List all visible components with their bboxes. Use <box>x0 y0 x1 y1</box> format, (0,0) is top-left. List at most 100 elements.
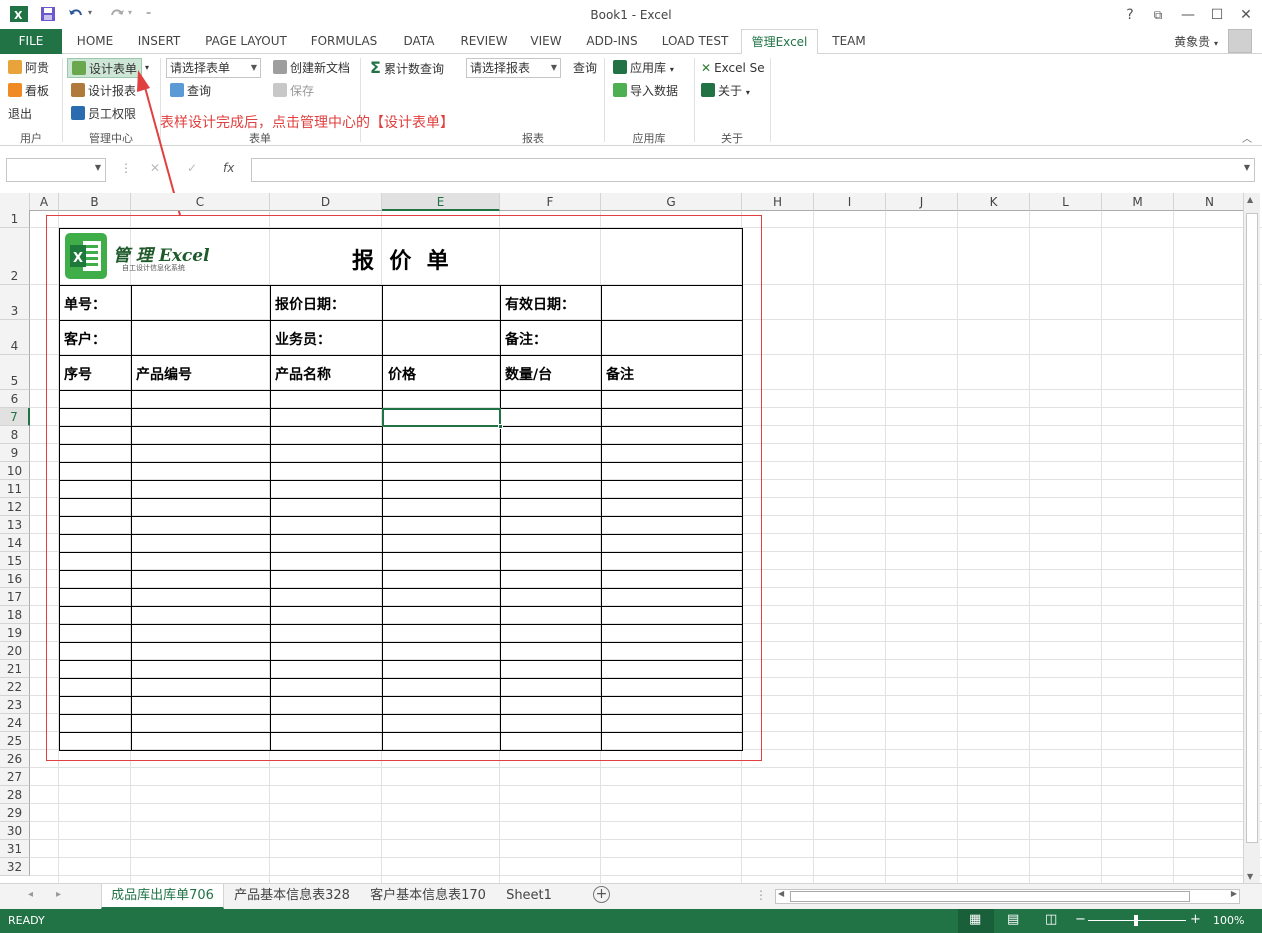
row-header[interactable]: 32 <box>0 858 30 876</box>
row-header[interactable]: 17 <box>0 588 30 606</box>
zoom-slider-thumb[interactable] <box>1134 915 1138 926</box>
row-header[interactable]: 1 <box>0 210 30 228</box>
select-report-dropdown[interactable]: 请选择报表 ▼ <box>466 58 561 78</box>
column-header[interactable]: D <box>270 193 382 211</box>
column-header[interactable]: E <box>382 193 500 211</box>
design-form-dropdown-icon[interactable]: ▾ <box>145 58 149 78</box>
close-button[interactable]: ✕ <box>1234 4 1258 26</box>
tab-home[interactable]: HOME <box>66 29 124 54</box>
column-header[interactable]: F <box>500 193 601 211</box>
row-header[interactable]: 8 <box>0 426 30 444</box>
row-header[interactable]: 23 <box>0 696 30 714</box>
zoom-level[interactable]: 100% <box>1213 914 1244 927</box>
row-header[interactable]: 31 <box>0 840 30 858</box>
next-sheet-icon[interactable]: ▸ <box>56 889 61 900</box>
row-header[interactable]: 24 <box>0 714 30 732</box>
tab-page-layout[interactable]: PAGE LAYOUT <box>196 29 296 54</box>
form-save-button[interactable]: 保存 <box>273 81 314 101</box>
sheet-tab[interactable]: Sheet1 <box>498 884 560 909</box>
scroll-right-icon[interactable]: ▶ <box>1231 889 1237 898</box>
insert-function-button[interactable]: fx <box>223 161 234 175</box>
row-header[interactable]: 19 <box>0 624 30 642</box>
row-header[interactable]: 25 <box>0 732 30 750</box>
scroll-left-icon[interactable]: ◀ <box>778 889 784 898</box>
select-form-dropdown[interactable]: 请选择表单 ▼ <box>166 58 261 78</box>
vertical-scrollbar[interactable]: ▲ ▼ <box>1243 193 1260 883</box>
maximize-button[interactable]: ☐ <box>1205 4 1229 26</box>
h-scroll-thumb[interactable] <box>790 891 1190 902</box>
excel-se-button[interactable]: ✕ Excel Se <box>701 58 765 78</box>
scroll-thumb[interactable] <box>1246 213 1258 843</box>
name-box[interactable]: ▼ <box>6 158 106 182</box>
tab-team[interactable]: TEAM <box>824 29 874 54</box>
row-header[interactable]: 16 <box>0 570 30 588</box>
row-header[interactable]: 26 <box>0 750 30 768</box>
column-header[interactable]: H <box>742 193 814 211</box>
scroll-up-icon[interactable]: ▲ <box>1247 195 1253 204</box>
horizontal-scrollbar[interactable]: ◀ ▶ <box>775 889 1240 904</box>
column-header[interactable]: J <box>886 193 958 211</box>
row-header[interactable]: 3 <box>0 285 30 320</box>
report-query-button[interactable]: 查询 <box>573 58 597 78</box>
row-header[interactable]: 20 <box>0 642 30 660</box>
design-form-button[interactable]: 设计表单 <box>67 58 143 78</box>
row-header[interactable]: 18 <box>0 606 30 624</box>
row-header[interactable]: 29 <box>0 804 30 822</box>
column-header[interactable]: K <box>958 193 1030 211</box>
row-header[interactable]: 6 <box>0 390 30 408</box>
create-document-button[interactable]: 创建新文档 <box>273 58 350 78</box>
collapse-ribbon-icon[interactable]: ︿ <box>1242 130 1252 145</box>
applib-button[interactable]: 应用库 ▾ <box>613 58 674 78</box>
row-header[interactable]: 11 <box>0 480 30 498</box>
design-report-button[interactable]: 设计报表 <box>71 81 136 101</box>
import-data-button[interactable]: 导入数据 <box>613 81 678 101</box>
row-header[interactable]: 9 <box>0 444 30 462</box>
page-break-view-icon[interactable]: ◫ <box>1045 912 1057 927</box>
formula-input[interactable]: ▼ <box>251 158 1255 182</box>
column-header[interactable]: N <box>1174 193 1246 211</box>
fill-handle[interactable] <box>498 424 503 429</box>
user-name[interactable]: 黄象贵 ▾ <box>1174 33 1218 50</box>
form-query-button[interactable]: 查询 <box>170 81 211 101</box>
minimize-button[interactable]: — <box>1176 4 1200 26</box>
column-header[interactable]: I <box>814 193 886 211</box>
row-header[interactable]: 13 <box>0 516 30 534</box>
selected-cell[interactable] <box>382 408 501 427</box>
tab-file[interactable]: FILE <box>0 29 62 54</box>
sheet-tab[interactable]: 客户基本信息表170 <box>362 884 494 909</box>
row-header[interactable]: 30 <box>0 822 30 840</box>
tab-formulas[interactable]: FORMULAS <box>302 29 386 54</box>
row-header[interactable]: 2 <box>0 228 30 285</box>
zoom-out-button[interactable]: − <box>1075 912 1086 927</box>
row-header[interactable]: 12 <box>0 498 30 516</box>
column-header[interactable]: M <box>1102 193 1174 211</box>
zoom-in-button[interactable]: + <box>1190 912 1201 927</box>
staff-permission-button[interactable]: 员工权限 <box>71 104 136 124</box>
row-header[interactable]: 21 <box>0 660 30 678</box>
row-header[interactable]: 7 <box>0 408 30 426</box>
ribbon-display-button[interactable]: ⧉ <box>1146 4 1170 26</box>
avatar[interactable] <box>1228 29 1252 53</box>
logout-button[interactable]: 退出 <box>8 104 32 124</box>
sheet-tab[interactable]: 产品基本信息表328 <box>226 884 358 909</box>
column-header[interactable]: G <box>601 193 742 211</box>
sheet-tab[interactable]: 成品库出库单706 <box>101 884 224 909</box>
row-header[interactable]: 10 <box>0 462 30 480</box>
tab-manage-excel[interactable]: 管理Excel <box>741 29 818 55</box>
column-header[interactable]: C <box>131 193 270 211</box>
tab-review[interactable]: REVIEW <box>452 29 516 54</box>
cumulative-query-button[interactable]: Σ 累计数查询 <box>370 58 444 78</box>
column-header[interactable]: A <box>30 193 59 211</box>
user-agui-button[interactable]: 阿贵 <box>8 58 49 78</box>
add-sheet-icon[interactable]: + <box>593 886 610 903</box>
normal-view-button[interactable]: ▦ <box>958 909 994 933</box>
row-header[interactable]: 22 <box>0 678 30 696</box>
row-header[interactable]: 4 <box>0 320 30 355</box>
column-header[interactable]: B <box>59 193 131 211</box>
row-header[interactable]: 14 <box>0 534 30 552</box>
cancel-edit-button[interactable]: ✕ <box>150 161 160 175</box>
row-header[interactable]: 28 <box>0 786 30 804</box>
prev-sheet-icon[interactable]: ◂ <box>28 889 33 900</box>
tab-split-grip-icon[interactable]: ⋮ <box>755 888 767 902</box>
dashboard-button[interactable]: 看板 <box>8 81 49 101</box>
